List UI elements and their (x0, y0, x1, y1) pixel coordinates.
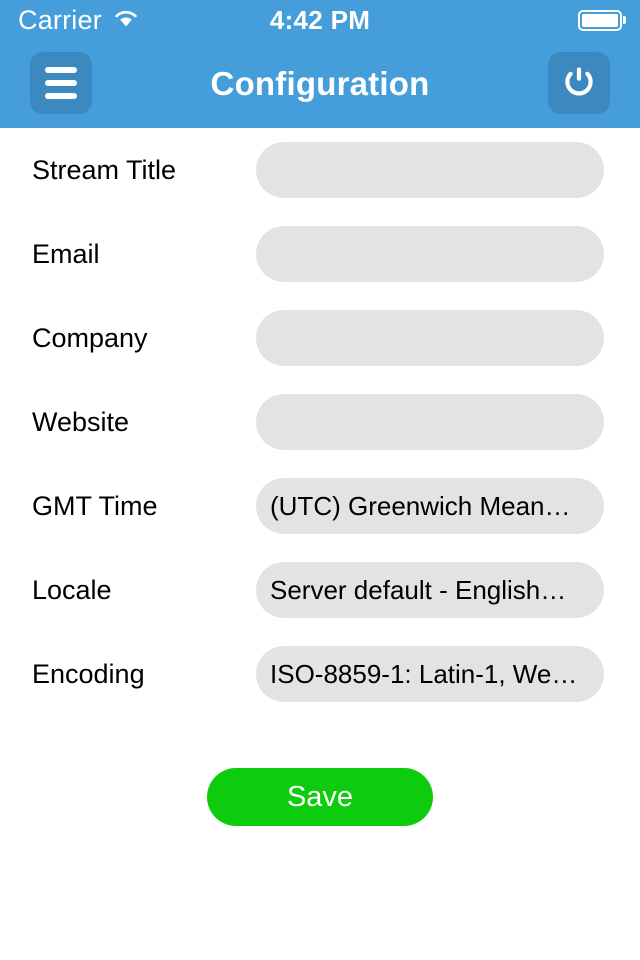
stream-title-input[interactable] (256, 142, 604, 198)
label-locale: Locale (32, 574, 112, 605)
label-encoding: Encoding (32, 658, 145, 689)
encoding-select[interactable]: ISO-8859-1: Latin-1, We… (256, 646, 604, 702)
form-row-website: Website (0, 380, 640, 464)
locale-value: Server default - English… (270, 574, 567, 605)
battery-icon (578, 9, 622, 31)
label-stream-title: Stream Title (32, 154, 177, 185)
form-row-encoding: Encoding ISO-8859-1: Latin-1, We… (0, 632, 640, 716)
locale-select[interactable]: Server default - English… (256, 562, 604, 618)
form-row-locale: Locale Server default - English… (0, 548, 640, 632)
encoding-value: ISO-8859-1: Latin-1, We… (270, 658, 578, 689)
label-website: Website (32, 406, 130, 437)
company-input[interactable] (256, 310, 604, 366)
email-input[interactable] (256, 226, 604, 282)
label-email: Email (32, 238, 100, 269)
battery-cap-icon (623, 16, 626, 24)
website-input[interactable] (256, 394, 604, 450)
form-row-stream-title: Stream Title (0, 128, 640, 212)
power-icon (562, 64, 596, 103)
status-bar: Carrier 4:42 PM (0, 0, 640, 40)
power-button[interactable] (548, 52, 610, 114)
configuration-form: Stream Title Email Company Website GMT T… (0, 128, 640, 716)
form-row-gmt-time: GMT Time (UTC) Greenwich Mean… (0, 464, 640, 548)
page-title: Configuration (210, 65, 430, 102)
label-company: Company (32, 322, 148, 353)
form-row-company: Company (0, 296, 640, 380)
status-bar-time: 4:42 PM (269, 4, 371, 35)
save-button-container: Save (0, 768, 640, 826)
save-button[interactable]: Save (207, 768, 433, 826)
gmt-time-value: (UTC) Greenwich Mean… (270, 490, 571, 521)
status-bar-right (578, 9, 626, 31)
label-gmt-time: GMT Time (32, 490, 158, 521)
form-row-email: Email (0, 212, 640, 296)
gmt-time-select[interactable]: (UTC) Greenwich Mean… (256, 478, 604, 534)
navigation-bar: Configuration (0, 40, 640, 128)
